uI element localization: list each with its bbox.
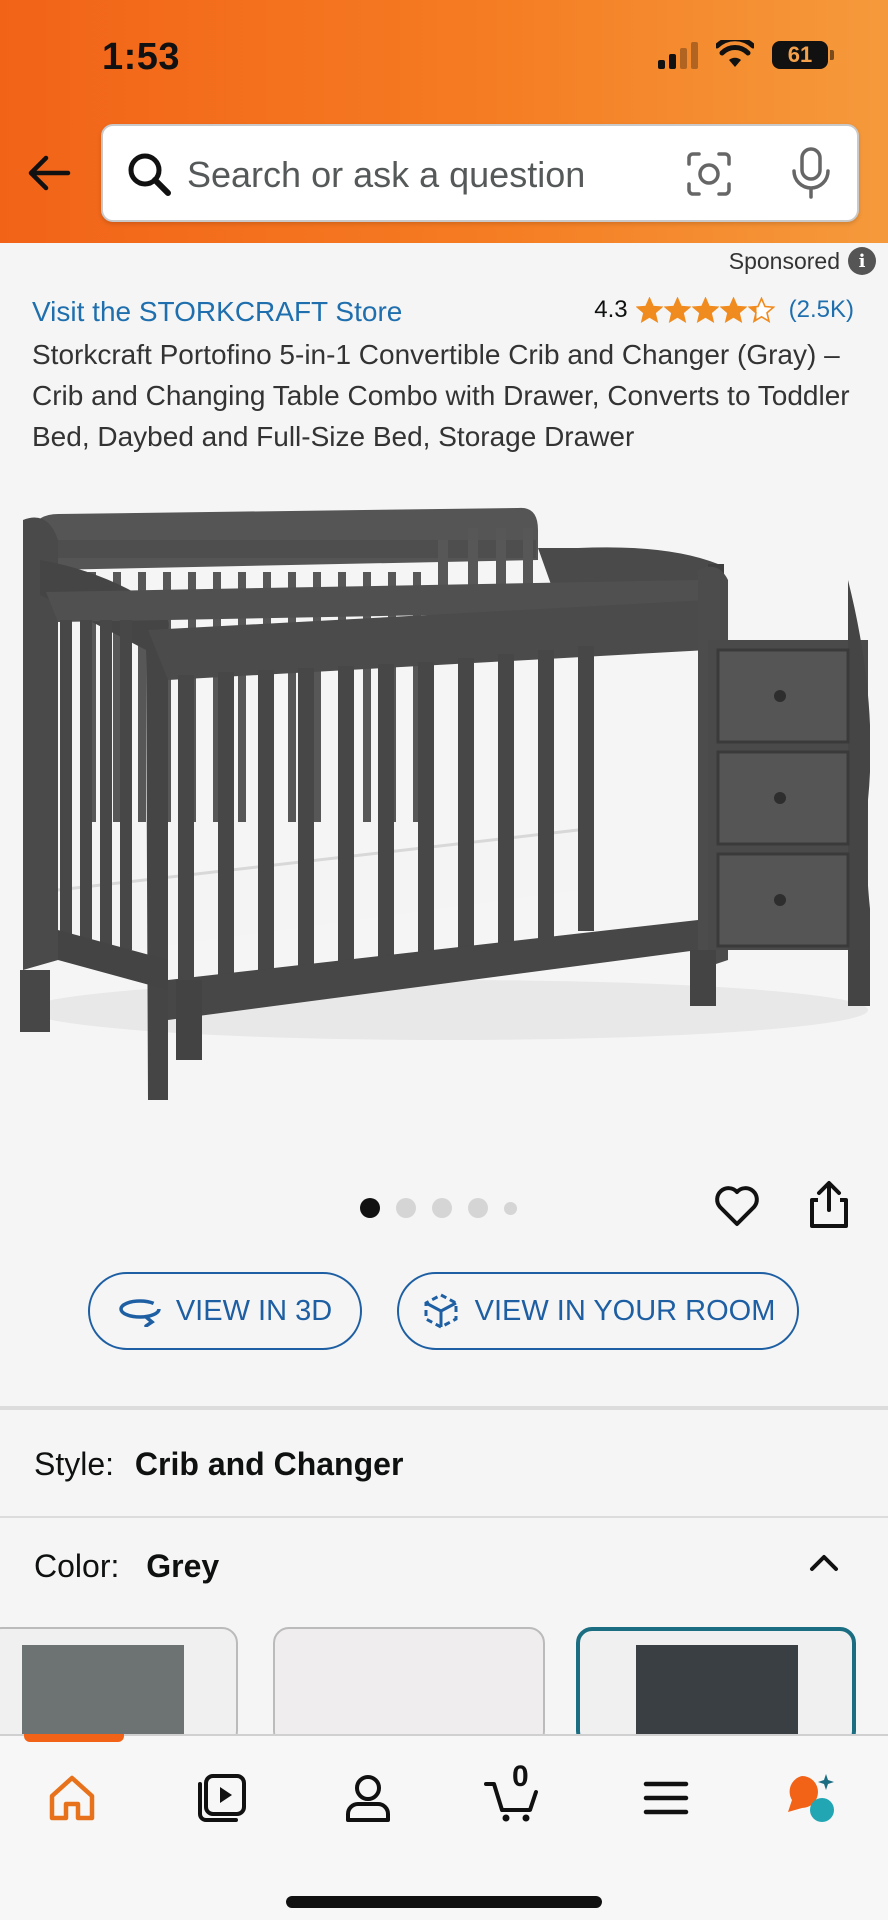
active-tab-indicator xyxy=(24,1734,124,1742)
home-indicator[interactable] xyxy=(286,1896,602,1908)
rufus-icon[interactable] xyxy=(782,1770,838,1826)
pagination-dot[interactable] xyxy=(504,1201,517,1215)
battery-icon: 61 xyxy=(772,41,834,69)
search-icon xyxy=(128,153,171,196)
color-value: Grey xyxy=(146,1548,220,1584)
header: 1:53 61 Search or ask a question xyxy=(0,0,888,243)
heart-icon[interactable] xyxy=(712,1180,762,1230)
section-divider xyxy=(0,1406,888,1410)
color-swatch[interactable] xyxy=(0,1627,238,1747)
view-in-your-room-button[interactable]: VIEW IN YOUR ROOM xyxy=(397,1272,799,1350)
style-value: Crib and Changer xyxy=(134,1446,404,1482)
image-pagination[interactable] xyxy=(360,1198,517,1218)
star-icon xyxy=(747,296,775,323)
star-rating xyxy=(635,296,775,324)
rating-value: 4.3 xyxy=(594,296,628,323)
cart-count: 0 xyxy=(512,1760,529,1793)
sponsored-text: Sponsored xyxy=(728,247,840,274)
back-arrow-icon[interactable] xyxy=(24,148,74,198)
pagination-dot[interactable] xyxy=(468,1198,488,1218)
product-image[interactable] xyxy=(18,500,870,1120)
info-icon[interactable]: i xyxy=(848,247,876,275)
home-icon[interactable] xyxy=(44,1770,100,1826)
store-link[interactable]: Visit the STORKCRAFT Store xyxy=(32,296,402,328)
account-icon[interactable] xyxy=(340,1770,396,1826)
camera-lens-icon[interactable] xyxy=(685,150,733,198)
color-selector[interactable]: Color: Grey xyxy=(34,1548,219,1585)
rating-summary[interactable]: 4.3 (2.5K) xyxy=(594,296,854,324)
swatch-fill xyxy=(275,1645,543,1745)
status-time: 1:53 xyxy=(102,36,181,78)
pagination-dot[interactable] xyxy=(432,1198,452,1218)
style-selector[interactable]: Style: Crib and Changer xyxy=(34,1446,403,1483)
microphone-icon[interactable] xyxy=(787,146,835,200)
pagination-dot[interactable] xyxy=(360,1198,380,1218)
pagination-dot[interactable] xyxy=(396,1198,416,1218)
view-in-your-room-label: VIEW IN YOUR ROOM xyxy=(474,1294,776,1327)
rating-count[interactable]: (2.5K) xyxy=(789,296,854,324)
video-icon[interactable] xyxy=(194,1770,250,1826)
status-icons: 61 xyxy=(658,40,834,70)
style-label: Style: xyxy=(34,1446,115,1482)
star-icon xyxy=(663,296,691,323)
section-divider xyxy=(0,1516,888,1518)
star-icon xyxy=(635,296,663,323)
ar-cube-icon xyxy=(424,1293,458,1329)
wifi-icon xyxy=(716,40,754,67)
sponsored-label[interactable]: Sponsored i xyxy=(729,247,876,275)
swatch-fill xyxy=(22,1645,184,1745)
search-input[interactable]: Search or ask a question xyxy=(187,154,585,196)
bottom-navigation: 0 xyxy=(0,1734,888,1920)
star-icon xyxy=(719,296,747,323)
search-bar[interactable]: Search or ask a question xyxy=(101,124,859,222)
menu-icon[interactable] xyxy=(638,1770,694,1826)
view-in-3d-button[interactable]: VIEW IN 3D xyxy=(88,1272,362,1350)
swatch-fill xyxy=(636,1645,798,1743)
star-icon xyxy=(691,296,719,323)
view-in-3d-label: VIEW IN 3D xyxy=(175,1294,333,1327)
chevron-up-icon[interactable] xyxy=(804,1542,844,1582)
cellular-signal-icon xyxy=(658,41,698,69)
share-icon[interactable] xyxy=(806,1180,852,1230)
color-swatch[interactable] xyxy=(273,1627,545,1747)
rotate-3d-icon xyxy=(119,1299,161,1327)
product-title[interactable]: Storkcraft Portofino 5-in-1 Convertible … xyxy=(32,334,852,457)
color-swatch-selected[interactable] xyxy=(576,1627,856,1747)
color-label: Color: xyxy=(34,1548,120,1584)
